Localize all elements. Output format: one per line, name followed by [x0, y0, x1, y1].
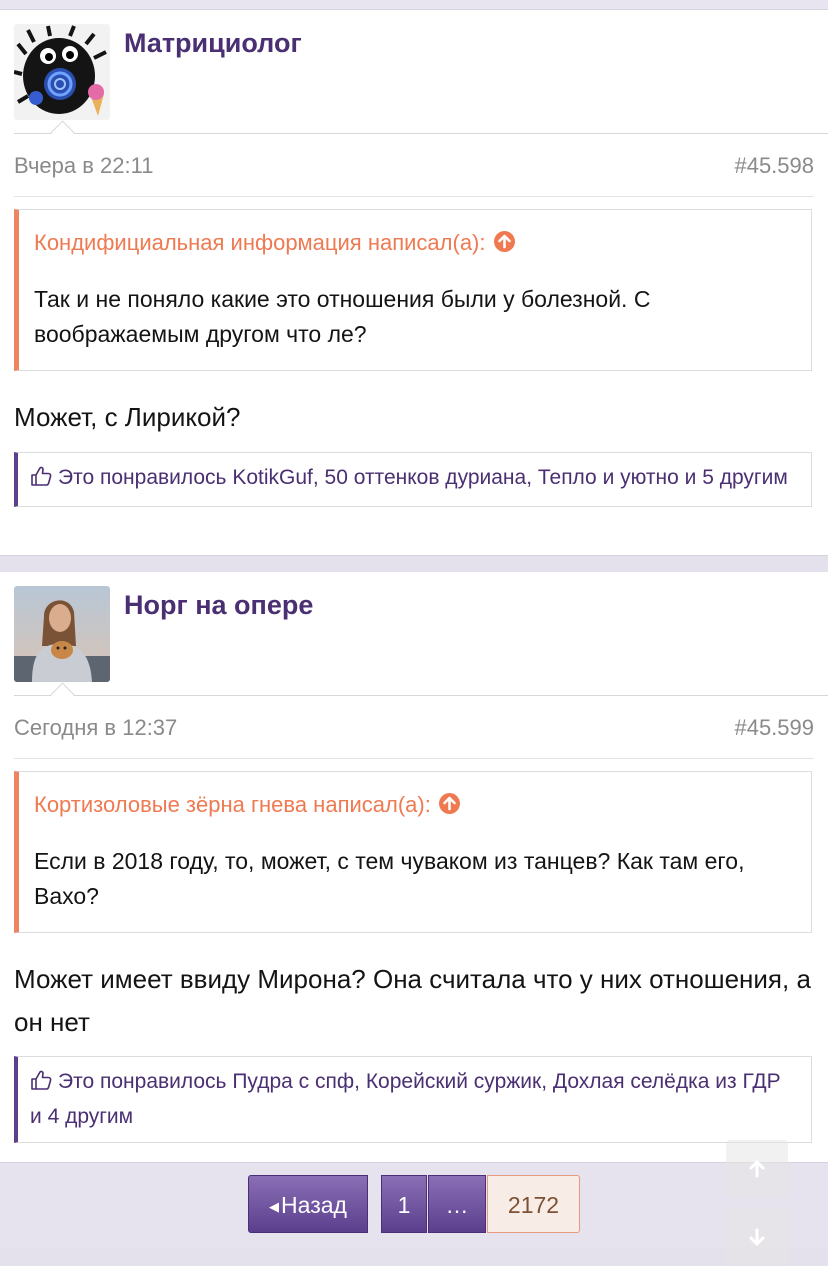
header-notch: [50, 682, 75, 707]
quote-author[interactable]: Кортизоловые зёрна гнева написал(а):: [34, 792, 460, 818]
arrow-up-circle-icon[interactable]: [438, 793, 460, 814]
page-ellipsis[interactable]: …: [428, 1175, 486, 1233]
pagination: ◀Назад 1 … 2172: [0, 1163, 828, 1247]
username[interactable]: Норг на опере: [124, 590, 313, 621]
username[interactable]: Матрициолог: [124, 28, 302, 59]
back-label: Назад: [281, 1192, 347, 1218]
quote-author-label: Кортизоловые зёрна гнева написал(а):: [34, 792, 431, 817]
meta-divider: [14, 758, 814, 759]
likes-text: Это понравилось Пудра с спф, Корейский с…: [30, 1070, 781, 1128]
post-message: Может имеет ввиду Мирона? Она считала чт…: [14, 964, 811, 1037]
scroll-up-button[interactable]: [726, 1140, 788, 1198]
current-page[interactable]: 2172: [487, 1175, 580, 1233]
arrow-down-icon: [749, 1228, 765, 1246]
likes-summary[interactable]: Это понравилось Пудра с спф, Корейский с…: [14, 1056, 812, 1143]
post-date[interactable]: Сегодня в 12:37: [14, 715, 177, 741]
header-divider: [14, 695, 828, 696]
quote-author-label: Кондифициальная информация написал(а):: [34, 230, 486, 255]
header-divider: [14, 133, 828, 134]
quote-text: Так и не поняло какие это отношения были…: [34, 286, 651, 347]
quote-block: Кондифициальная информация написал(а): Т…: [14, 209, 812, 371]
post-number[interactable]: #45.599: [734, 715, 814, 741]
quote-block: Кортизоловые зёрна гнева написал(а): Есл…: [14, 771, 812, 933]
scroll-down-button[interactable]: [726, 1208, 788, 1266]
forum-post: Матрициолог Вчера в 22:11 #45.598 Кондиф…: [0, 10, 828, 556]
page-link-1[interactable]: 1: [381, 1175, 427, 1233]
quote-author[interactable]: Кондифициальная информация написал(а):: [34, 230, 515, 256]
top-divider: [0, 0, 828, 10]
avatar[interactable]: [14, 586, 110, 682]
forum-post: Норг на опере Сегодня в 12:37 #45.599 Ко…: [0, 572, 828, 1163]
post-number[interactable]: #45.598: [734, 153, 814, 179]
thumbs-up-icon: [30, 1069, 52, 1101]
likes-text: Это понравилось KotikGuf, 50 оттенков ду…: [58, 466, 788, 489]
post-message: Может, с Лирикой?: [14, 402, 241, 432]
triangle-left-icon: ◀: [269, 1199, 280, 1214]
quote-text: Если в 2018 году, то, может, с тем чувак…: [34, 848, 745, 909]
post-date[interactable]: Вчера в 22:11: [14, 153, 153, 179]
thumbs-up-icon: [30, 465, 52, 497]
avatar[interactable]: [14, 24, 110, 120]
likes-summary[interactable]: Это понравилось KotikGuf, 50 оттенков ду…: [14, 452, 812, 507]
arrow-up-circle-icon[interactable]: [493, 231, 515, 252]
back-button[interactable]: ◀Назад: [248, 1175, 368, 1233]
header-notch: [50, 120, 75, 145]
arrow-up-icon: [749, 1160, 765, 1178]
meta-divider: [14, 196, 814, 197]
